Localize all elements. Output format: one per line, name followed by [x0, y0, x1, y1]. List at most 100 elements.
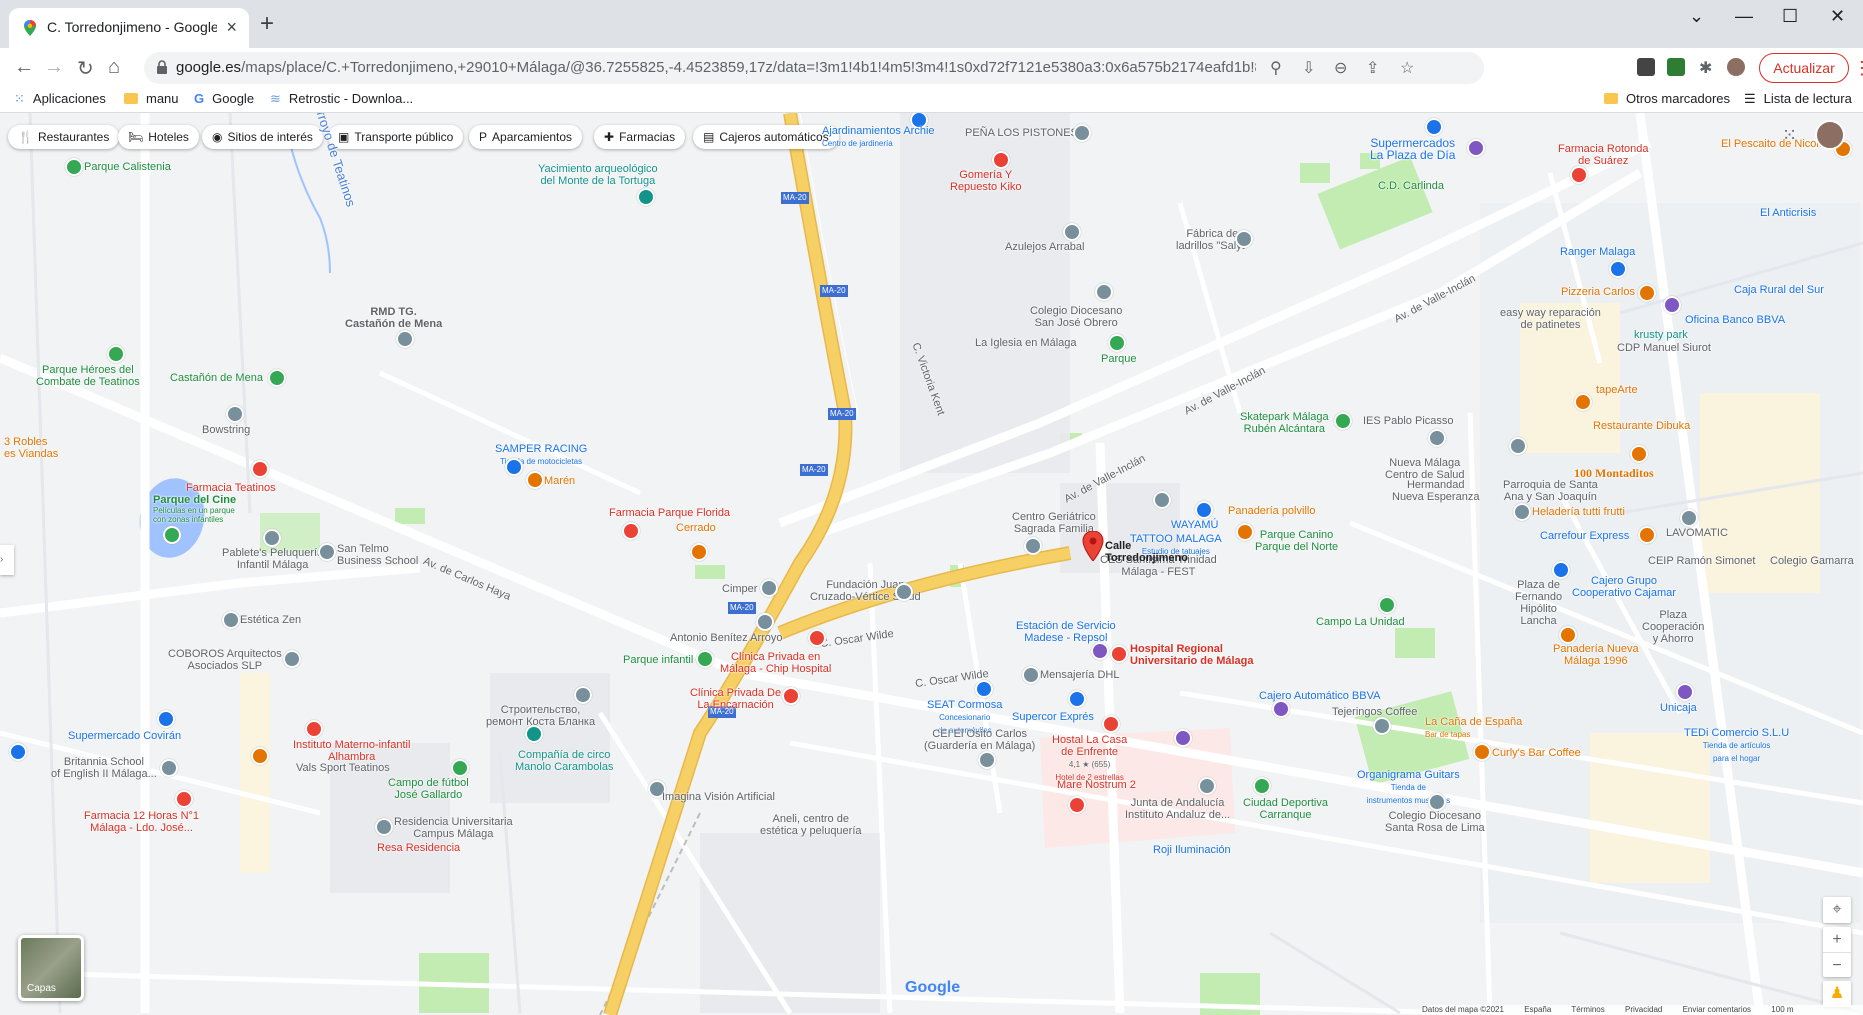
- poi-pin-icon[interactable]: [1024, 537, 1042, 555]
- poi-label[interactable]: Skatepark Málaga Rubén Alcántara: [1240, 411, 1329, 435]
- pharmacy-pin-icon[interactable]: [251, 460, 269, 478]
- poi-pin-icon[interactable]: [1022, 666, 1040, 684]
- bookmark-retrostic[interactable]: ≋ Retrostic - Downloa...: [270, 91, 413, 107]
- shop-pin-icon[interactable]: [9, 743, 27, 761]
- share-icon[interactable]: ⇪: [1366, 58, 1379, 78]
- poi-label[interactable]: Imagina Visión Artificial: [662, 791, 775, 803]
- shop-pin-icon[interactable]: [992, 151, 1010, 169]
- extension-icon[interactable]: [1637, 58, 1655, 76]
- chip-hotels[interactable]: 🛏 Hoteles: [118, 125, 199, 149]
- tab-search-icon[interactable]: ⌄: [1689, 6, 1704, 27]
- hospital-pin-icon[interactable]: [1110, 645, 1128, 663]
- poi-pin-icon[interactable]: [574, 686, 592, 704]
- chip-pharmacies[interactable]: ✚ Farmacias: [594, 125, 686, 149]
- poi-label[interactable]: Supermercado Covirán: [68, 730, 181, 742]
- poi-label[interactable]: Nueva Málaga Centro de Salud: [1385, 457, 1465, 481]
- poi-label[interactable]: Resa Residencia: [377, 842, 460, 854]
- region-link[interactable]: España: [1524, 1005, 1551, 1014]
- poi-pin-icon[interactable]: [1680, 509, 1698, 527]
- park-pin-icon[interactable]: [1378, 596, 1396, 614]
- poi-label[interactable]: Supercor Exprés: [1012, 711, 1094, 723]
- poi-label[interactable]: Heladería tutti frutti: [1532, 506, 1625, 518]
- poi-label[interactable]: La Iglesia en Málaga: [975, 337, 1077, 349]
- restaurant-pin-icon[interactable]: [1630, 445, 1648, 463]
- update-button[interactable]: Actualizar: [1759, 53, 1849, 83]
- pharmacy-pin-icon[interactable]: [1570, 166, 1588, 184]
- bookmark-manu[interactable]: manu: [124, 91, 179, 106]
- poi-label[interactable]: Parque: [1101, 353, 1136, 365]
- park-pin-icon[interactable]: [696, 650, 714, 668]
- poi-label[interactable]: tapeArte: [1596, 384, 1638, 396]
- hospital-pin-icon[interactable]: [808, 629, 826, 647]
- poi-label[interactable]: Campo La Unidad: [1316, 616, 1405, 628]
- poi-label[interactable]: Colegio Diocesano San José Obrero: [1030, 305, 1122, 329]
- poi-label[interactable]: Farmacia Parque Florida: [609, 507, 730, 519]
- school-pin-icon[interactable]: [1095, 283, 1113, 301]
- bookmark-google[interactable]: G Google: [194, 91, 254, 106]
- poi-label[interactable]: Oficina Banco BBVA: [1685, 314, 1785, 326]
- url-text[interactable]: google.es/maps/place/C.+Torredonjimeno,+…: [176, 59, 1256, 76]
- poi-label[interactable]: Unicaja: [1660, 702, 1697, 714]
- parking-pin-icon[interactable]: [1174, 729, 1192, 747]
- poi-pin-icon[interactable]: [1198, 777, 1216, 795]
- poi-pin-icon[interactable]: [283, 650, 301, 668]
- hotel-pin-icon[interactable]: [1068, 796, 1086, 814]
- poi-label[interactable]: Hostal La Casa de Enfrente 4,1 ★ (655) Hote…: [1052, 734, 1127, 784]
- poi-label[interactable]: Ajardinamientos Archie Centro de jardiner…: [822, 125, 935, 150]
- poi-pin-icon[interactable]: [756, 613, 774, 631]
- maximize-icon[interactable]: ☐: [1782, 6, 1798, 27]
- destination-label[interactable]: Calle Torredonjimeno: [1105, 540, 1188, 564]
- reload-icon[interactable]: ↻: [77, 56, 94, 81]
- poi-label[interactable]: Mare Nostrum 2: [1057, 779, 1136, 791]
- poi-label[interactable]: LAVOMATIC: [1666, 527, 1728, 539]
- restaurant-pin-icon[interactable]: [1638, 284, 1656, 302]
- poi-pin-icon[interactable]: [263, 529, 281, 547]
- chip-restaurants[interactable]: 🍴 Restaurantes: [8, 125, 120, 149]
- poi-label[interactable]: COBOROS Arquitectos Asociados SLP: [168, 648, 282, 672]
- gym-pin-icon[interactable]: [251, 747, 269, 765]
- cart-pin-icon[interactable]: [1425, 118, 1443, 136]
- car-pin-icon[interactable]: [975, 680, 993, 698]
- hospital-pin-icon[interactable]: [782, 687, 800, 705]
- shop-pin-icon[interactable]: [1195, 501, 1213, 519]
- park-pin-icon[interactable]: [268, 369, 286, 387]
- poi-label[interactable]: Antonio Benítez Arroyo: [670, 632, 783, 644]
- chip-sights[interactable]: ◉ Sitios de interés: [202, 125, 323, 149]
- collapse-side-panel-button[interactable]: ›: [0, 545, 14, 575]
- poi-label[interactable]: Ciudad Deportiva Carranque: [1243, 797, 1328, 821]
- restaurant-pin-icon[interactable]: [1574, 393, 1592, 411]
- restaurant-pin-icon[interactable]: [1638, 526, 1656, 544]
- pharmacy-pin-icon[interactable]: [175, 790, 193, 808]
- poi-label[interactable]: Residencia Universitaria Campus Málaga: [394, 816, 513, 840]
- poi-label[interactable]: Gomería Y Repuesto Kiko: [950, 169, 1022, 193]
- poi-label[interactable]: 100 Montaditos: [1574, 467, 1654, 479]
- gas-pin-icon[interactable]: [1467, 139, 1485, 157]
- poi-label[interactable]: TEDi Comercio S.L.U Tienda de artículos pa…: [1684, 727, 1789, 765]
- poi-pin-icon[interactable]: [222, 611, 240, 629]
- hospital-pin-icon[interactable]: [305, 720, 323, 738]
- poi-label[interactable]: Roji Iluminación: [1153, 844, 1231, 856]
- poi-label[interactable]: Panadería Nueva Málaga 1996: [1553, 643, 1639, 667]
- poi-label[interactable]: Clínica Privada De La Encarnación: [690, 687, 781, 711]
- poi-label[interactable]: CDP Manuel Siurot: [1617, 342, 1711, 354]
- bank-pin-icon[interactable]: [1676, 683, 1694, 701]
- bank-pin-icon[interactable]: [1272, 700, 1290, 718]
- poi-pin-icon[interactable]: [1509, 437, 1527, 455]
- my-location-button[interactable]: ⌖: [1823, 897, 1851, 923]
- poi-label[interactable]: Cajero Grupo Cooperativo Cajamar: [1572, 575, 1676, 599]
- chip-parking[interactable]: P Aparcamientos: [469, 125, 583, 149]
- poi-label[interactable]: Parroquia de Santa Ana y San Joaquín: [1503, 479, 1598, 503]
- minimize-icon[interactable]: —: [1735, 6, 1753, 27]
- park-pin-icon[interactable]: [107, 345, 125, 363]
- poi-label[interactable]: Instituto Materno-infantil Alhambra: [293, 739, 410, 763]
- bank-pin-icon[interactable]: [1663, 296, 1681, 314]
- poi-label[interactable]: 3 Robles es Viandas: [4, 436, 58, 460]
- poi-pin-icon[interactable]: [1235, 230, 1253, 248]
- poi-label[interactable]: Castañón de Mena: [170, 372, 263, 384]
- poi-label[interactable]: Estética Zen: [240, 614, 301, 626]
- poi-label[interactable]: El Anticrisis: [1760, 207, 1816, 219]
- profile-avatar[interactable]: [1727, 58, 1745, 76]
- new-tab-button[interactable]: +: [260, 10, 274, 38]
- poi-label[interactable]: Parque Calistenia: [84, 161, 171, 173]
- poi-label[interactable]: Строительство, ремонт Коста Бланка: [486, 704, 595, 728]
